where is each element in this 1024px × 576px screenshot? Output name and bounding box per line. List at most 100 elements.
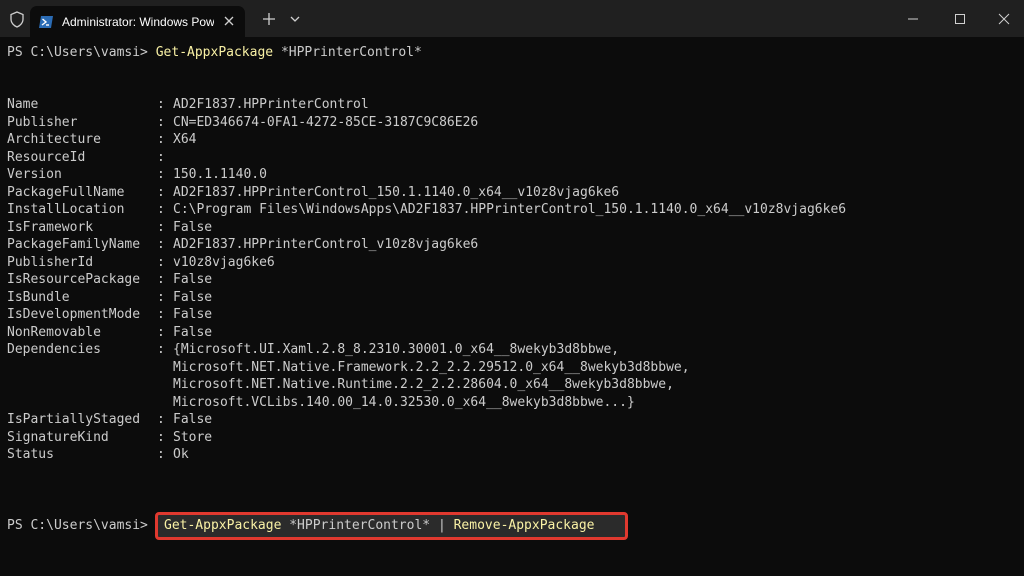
property-name: PackageFullName <box>7 184 125 200</box>
property-name: IsBundle <box>7 289 70 305</box>
property-separator: : <box>157 202 165 217</box>
property-row: PackageFamilyName: AD2F1837.HPPrinterCont… <box>7 236 478 254</box>
property-separator: : <box>157 272 165 287</box>
property-name: PackageFamilyName <box>7 237 141 252</box>
close-icon[interactable] <box>223 15 235 27</box>
property-row: Dependencies: {Microsoft.UI.Xaml.2.8_8.23… <box>7 341 619 359</box>
property-row: IsBundle: False <box>7 289 212 307</box>
property-value: AD2F1837.HPPrinterControl_150.1.1140.0_x… <box>173 184 620 200</box>
property-row: Version:150.1.1140.0 <box>7 166 267 184</box>
property-name: Status <box>7 447 54 462</box>
property-separator: : <box>157 97 165 112</box>
property-value: Store <box>173 429 213 445</box>
property-row: Microsoft.VCLibs.140.00_14.0.32530.0_x64… <box>7 394 635 412</box>
property-value: False <box>173 289 213 305</box>
property-name: Name <box>7 97 39 112</box>
property-row: Status: Ok <box>7 446 189 464</box>
property-separator: : <box>157 254 165 270</box>
property-value: False <box>173 272 213 287</box>
terminal-output[interactable]: PS C:\Users\vamsi> Get-AppxPackage *HPPr… <box>0 37 1024 576</box>
pipe-symbol: | <box>437 518 446 533</box>
property-row: PublisherId: v10z8vjag6ke6 <box>7 254 275 272</box>
property-name: Architecture <box>7 132 101 147</box>
property-name: PublisherId <box>7 254 94 270</box>
shield-icon <box>10 11 24 28</box>
property-value: False <box>173 307 213 322</box>
property-name: Dependencies <box>7 342 101 357</box>
property-separator: : <box>157 289 165 305</box>
property-separator: : <box>157 307 165 322</box>
property-separator: : <box>157 132 165 147</box>
property-row: IsDevelopmentMode: False <box>7 306 212 324</box>
property-row: Name: AD2F1837.HPPrinterControl <box>7 96 369 114</box>
property-value: X64 <box>173 132 197 147</box>
property-value: Microsoft.VCLibs.140.00_14.0.32530.0_x64… <box>173 394 635 410</box>
property-value: Microsoft.NET.Native.Framework.2.2_2.2.2… <box>173 359 690 375</box>
chevron-down-icon[interactable] <box>289 14 301 24</box>
property-row: IsFramework: False <box>7 219 212 237</box>
property-value: {Microsoft.UI.Xaml.2.8_8.2310.30001.0_x6… <box>173 342 620 357</box>
command-arg: *HPPrinterControl* <box>280 45 422 60</box>
property-name: IsDevelopmentMode <box>7 307 141 322</box>
property-separator: : <box>157 412 165 427</box>
tab-title: Administrator: Windows PowerShell <box>62 14 214 29</box>
title-bar: Administrator: Windows PowerShell <box>0 0 1024 37</box>
property-separator: : <box>157 149 165 165</box>
property-row: Publisher: CN=ED346674-0FA1-4272-85CE-318… <box>7 114 478 132</box>
property-row: ResourceId: <box>7 149 173 167</box>
property-value: AD2F1837.HPPrinterControl <box>173 97 369 112</box>
property-name: IsResourcePackage <box>7 272 141 287</box>
property-value: 150.1.1140.0 <box>173 167 267 182</box>
property-separator: : <box>157 184 165 200</box>
property-name: Version <box>7 167 62 182</box>
property-value: Ok <box>173 447 189 462</box>
property-row: InstallLocation: C:\Program Files\Windows… <box>7 201 846 219</box>
property-separator: : <box>157 114 165 130</box>
property-value: CN=ED346674-0FA1-4272-85CE-3187C9C86E26 <box>173 114 479 130</box>
property-separator: : <box>157 324 165 340</box>
property-row: SignatureKind: Store <box>7 429 212 447</box>
maximize-button[interactable] <box>937 0 983 37</box>
property-separator: : <box>157 447 165 462</box>
window-close-icon <box>998 13 1010 24</box>
second-command-name: Get-AppxPackage <box>164 518 282 533</box>
property-separator: : <box>157 429 165 445</box>
property-row: PackageFullName: AD2F1837.HPPrinterContro… <box>7 184 619 202</box>
minimize-icon <box>908 18 918 19</box>
property-value: False <box>173 412 213 427</box>
first-command-line: PS C:\Users\vamsi> Get-AppxPackage *HPPr… <box>7 44 422 62</box>
property-row: Microsoft.NET.Native.Framework.2.2_2.2.2… <box>7 359 690 377</box>
property-name: ResourceId <box>7 149 86 165</box>
property-row: NonRemovable: False <box>7 324 212 342</box>
minimize-button[interactable] <box>890 0 936 37</box>
pipe-target-command: Remove-AppxPackage <box>453 518 595 533</box>
property-separator: : <box>157 167 165 182</box>
property-value: AD2F1837.HPPrinterControl_v10z8vjag6ke6 <box>173 237 479 252</box>
property-name: Publisher <box>7 114 78 130</box>
property-value: False <box>173 219 213 235</box>
prompt: PS C:\Users\vamsi> <box>7 45 148 60</box>
property-name: SignatureKind <box>7 429 109 445</box>
property-row: IsResourcePackage: False <box>7 271 212 289</box>
powershell-icon <box>39 15 53 28</box>
property-value: v10z8vjag6ke6 <box>173 254 275 270</box>
property-name: IsFramework <box>7 219 94 235</box>
property-separator: : <box>157 219 165 235</box>
second-command-line[interactable]: Get-AppxPackage *HPPrinterControl* | Rem… <box>164 518 595 533</box>
property-value: False <box>173 324 213 340</box>
command-name: Get-AppxPackage <box>155 45 274 60</box>
close-window-button[interactable] <box>981 0 1024 37</box>
second-command-prompt: PS C:\Users\vamsi> <box>7 518 148 533</box>
property-row: Architecture: X64 <box>7 131 196 149</box>
property-value: Microsoft.NET.Native.Runtime.2.2_2.2.286… <box>173 377 674 392</box>
second-command-arg: *HPPrinterControl* <box>289 518 431 533</box>
property-separator: : <box>157 342 165 357</box>
property-row: IsPartiallyStaged: False <box>7 411 212 429</box>
property-separator: : <box>157 237 165 252</box>
property-name: NonRemovable <box>7 324 101 340</box>
property-row: Microsoft.NET.Native.Runtime.2.2_2.2.286… <box>7 376 674 394</box>
maximize-icon <box>955 13 965 24</box>
terminal-tab[interactable]: Administrator: Windows PowerShell <box>30 6 245 37</box>
property-name: InstallLocation <box>7 202 125 217</box>
plus-icon[interactable] <box>262 12 276 26</box>
